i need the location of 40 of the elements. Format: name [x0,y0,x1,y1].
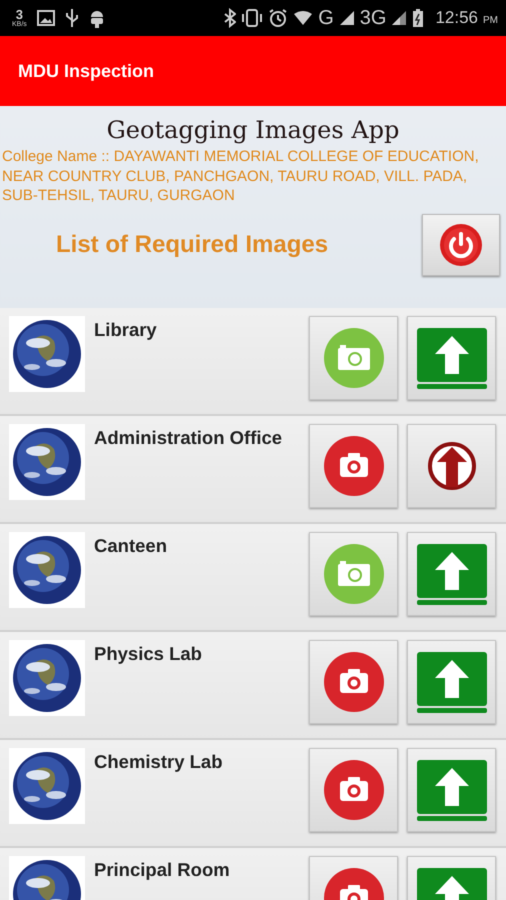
battery-icon [412,8,424,28]
app-title: MDU Inspection [18,60,154,82]
item-name: Administration Office [94,427,284,449]
speed-value: 3 [16,8,24,21]
camera-button[interactable] [309,748,398,832]
camera-icon [324,436,384,496]
list-title: List of Required Images [56,230,328,258]
network-type: 3G [360,6,386,30]
power-icon [439,222,483,266]
upload-button[interactable] [407,640,496,724]
camera-icon [324,652,384,712]
alarm-icon [268,8,288,28]
signal-icon [391,10,408,26]
app-heading: Geotagging Images App [106,116,400,144]
vibrate-icon [241,9,264,27]
signal-icon [338,10,355,26]
upload-button[interactable] [407,316,496,400]
camera-button[interactable] [309,424,398,508]
item-name: Canteen [94,535,168,557]
power-button[interactable] [422,214,500,276]
upload-button[interactable] [407,748,496,832]
camera-icon [324,544,384,604]
item-name: Principal Room [94,859,231,881]
item-name: Library [94,319,158,341]
bluetooth-icon [224,8,236,28]
clock-time: 12:56 [435,8,478,28]
android-icon [88,8,105,28]
upload-button[interactable] [407,424,496,508]
image-icon [36,10,55,26]
camera-icon [324,328,384,388]
usb-icon [64,8,79,28]
clock-ampm: PM [483,15,498,26]
camera-icon [324,760,384,820]
wifi-icon [293,10,314,26]
item-name: Physics Lab [94,643,203,665]
college-name: College Name :: DAYAWANTI MEMORIAL COLLEGE OF EDUCATION, NEAR COUNTRY CLUB, PANCHGAON, TAURU ROAD, VILL. PADA, SUB-TEHSIL, TAURU, GURGAON [2,147,480,206]
item-name: Chemistry Lab [94,751,224,773]
network-type: G [318,6,334,30]
camera-button[interactable] [309,640,398,724]
upload-button[interactable] [407,532,496,616]
